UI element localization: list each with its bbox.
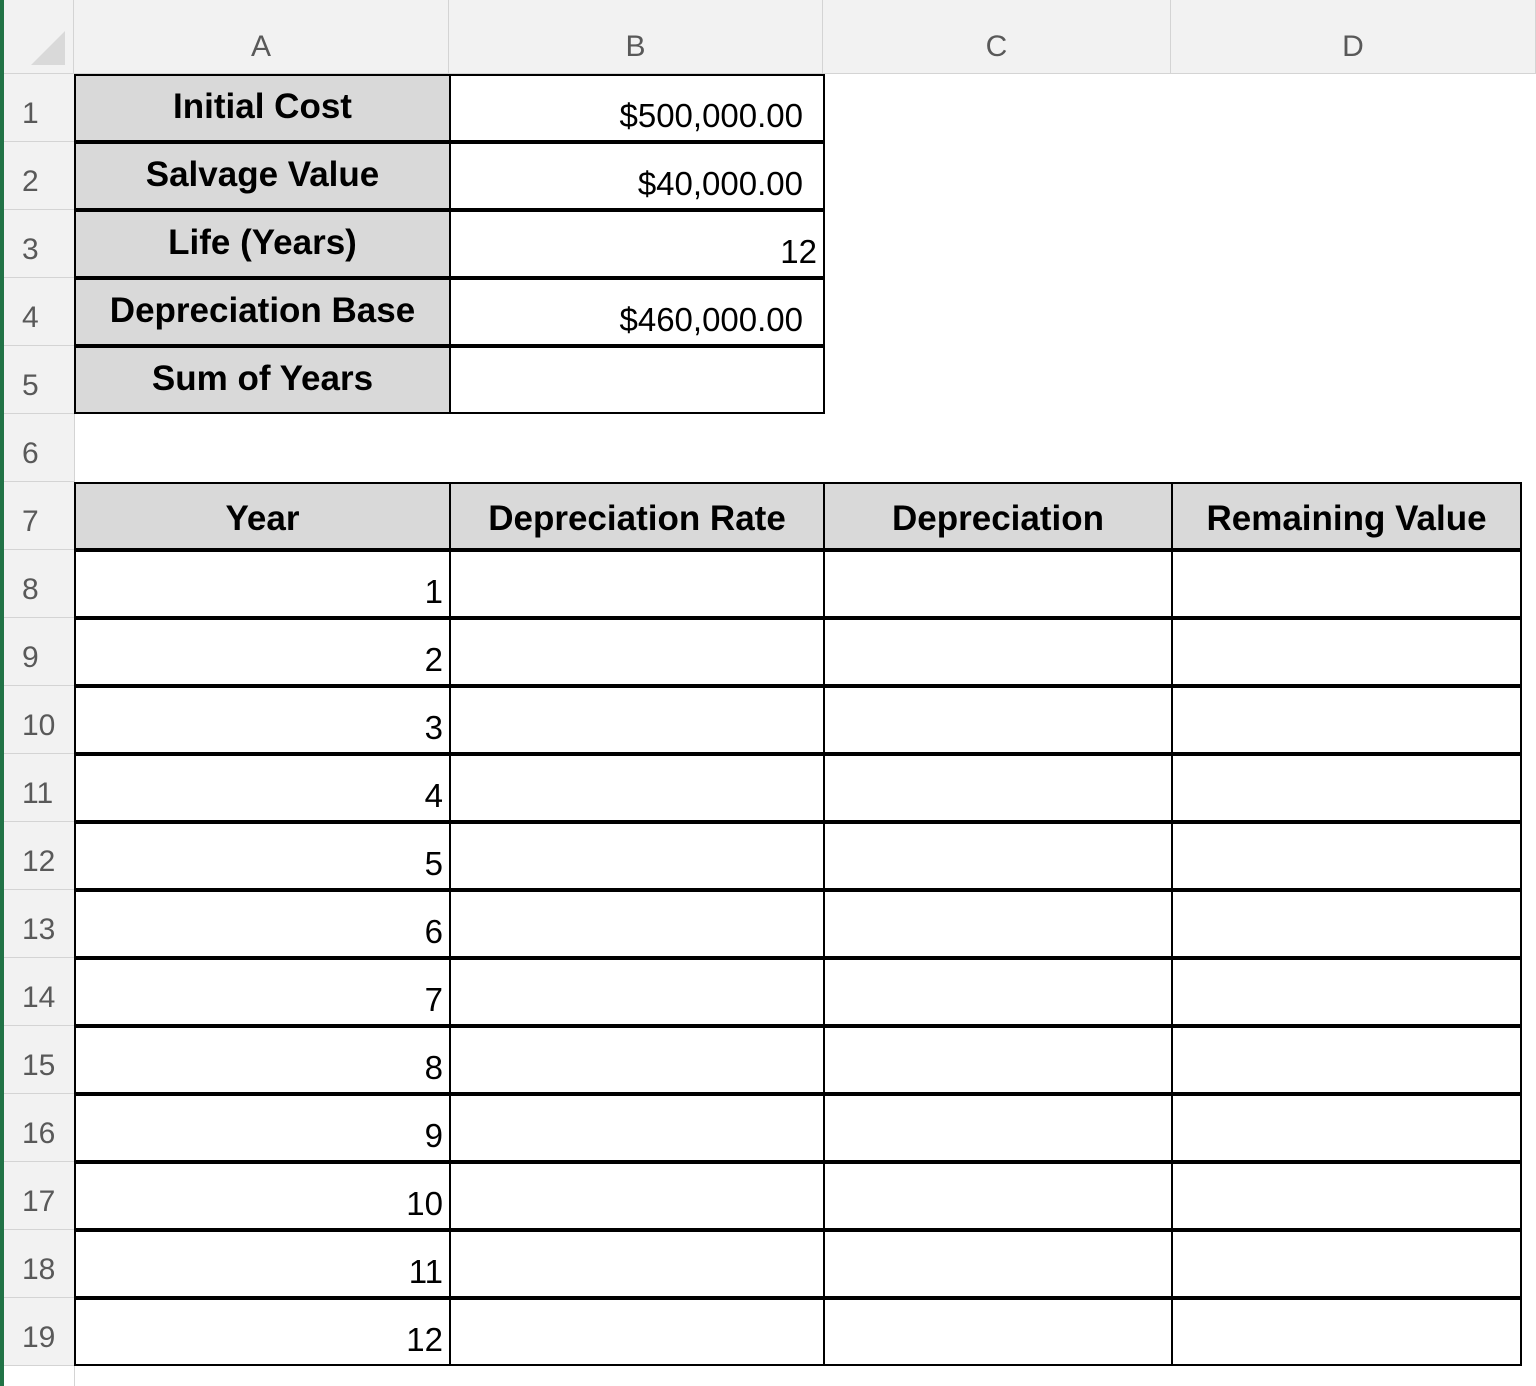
row-header-1[interactable]: 1 [4, 74, 74, 142]
column-header-a[interactable]: A [74, 0, 449, 74]
column-header-d[interactable]: D [1171, 0, 1536, 74]
table-cell[interactable] [823, 1298, 1173, 1366]
row-header-2[interactable]: 2 [4, 142, 74, 210]
input-value-cell[interactable] [449, 346, 825, 414]
row-header-3[interactable]: 3 [4, 210, 74, 278]
row-header-17[interactable]: 17 [4, 1162, 74, 1230]
table-cell[interactable] [823, 618, 1173, 686]
row-header-9[interactable]: 9 [4, 618, 74, 686]
table-cell[interactable] [823, 754, 1173, 822]
table-cell[interactable] [823, 1230, 1173, 1298]
column-header-b[interactable]: B [449, 0, 823, 74]
spreadsheet: A B C D 1 2 3 4 5 6 7 8 9 10 11 12 13 14 15 16 17 18 19 Initial… [0, 0, 1536, 1386]
year-cell[interactable]: 11 [74, 1230, 451, 1298]
table-cell[interactable] [823, 822, 1173, 890]
year-cell[interactable]: 8 [74, 1026, 451, 1094]
year-cell[interactable]: 9 [74, 1094, 451, 1162]
table-cell[interactable] [823, 1162, 1173, 1230]
input-value-cell[interactable]: 12 [449, 210, 825, 278]
row-header-5[interactable]: 5 [4, 346, 74, 414]
table-cell[interactable] [449, 754, 825, 822]
table-cell[interactable] [823, 958, 1173, 1026]
table-cell[interactable] [823, 550, 1173, 618]
select-all-corner[interactable] [4, 0, 74, 74]
input-label-cell[interactable]: Initial Cost [74, 74, 451, 142]
table-cell[interactable] [823, 1094, 1173, 1162]
row-header-15[interactable]: 15 [4, 1026, 74, 1094]
table-cell[interactable] [1171, 822, 1522, 890]
row-header-6[interactable]: 6 [4, 414, 74, 482]
year-cell[interactable]: 7 [74, 958, 451, 1026]
row-header-7[interactable]: 7 [4, 482, 74, 550]
year-cell[interactable]: 12 [74, 1298, 451, 1366]
row-header-13[interactable]: 13 [4, 890, 74, 958]
table-cell[interactable] [449, 1094, 825, 1162]
input-label-cell[interactable]: Salvage Value [74, 142, 451, 210]
table-header-cell[interactable]: Remaining Value [1171, 482, 1522, 550]
column-header-c[interactable]: C [823, 0, 1171, 74]
row-header-18[interactable]: 18 [4, 1230, 74, 1298]
table-cell[interactable] [823, 890, 1173, 958]
table-cell[interactable] [449, 1230, 825, 1298]
table-cell[interactable] [449, 822, 825, 890]
table-cell[interactable] [449, 550, 825, 618]
table-cell[interactable] [1171, 1026, 1522, 1094]
row-header-8[interactable]: 8 [4, 550, 74, 618]
table-cell[interactable] [1171, 1298, 1522, 1366]
row-header-4[interactable]: 4 [4, 278, 74, 346]
table-header-cell[interactable]: Depreciation Rate [449, 482, 825, 550]
table-cell[interactable] [1171, 754, 1522, 822]
table-cell[interactable] [1171, 1230, 1522, 1298]
table-cell[interactable] [449, 1298, 825, 1366]
row-header-14[interactable]: 14 [4, 958, 74, 1026]
year-cell[interactable]: 1 [74, 550, 451, 618]
table-cell[interactable] [449, 686, 825, 754]
select-all-triangle-icon [31, 31, 65, 65]
table-cell[interactable] [1171, 890, 1522, 958]
table-cell[interactable] [1171, 550, 1522, 618]
year-cell[interactable]: 4 [74, 754, 451, 822]
input-label-cell[interactable]: Depreciation Base [74, 278, 451, 346]
input-value-cell[interactable]: $40,000.00 [449, 142, 825, 210]
table-cell[interactable] [1171, 1162, 1522, 1230]
year-cell[interactable]: 6 [74, 890, 451, 958]
row-header-16[interactable]: 16 [4, 1094, 74, 1162]
row-header-12[interactable]: 12 [4, 822, 74, 890]
table-cell[interactable] [823, 686, 1173, 754]
row-header-19[interactable]: 19 [4, 1298, 74, 1366]
year-cell[interactable]: 10 [74, 1162, 451, 1230]
table-header-cell[interactable]: Year [74, 482, 451, 550]
table-cell[interactable] [1171, 686, 1522, 754]
row-header-11[interactable]: 11 [4, 754, 74, 822]
input-label-cell[interactable]: Sum of Years [74, 346, 451, 414]
table-cell[interactable] [1171, 1094, 1522, 1162]
row-header-10[interactable]: 10 [4, 686, 74, 754]
table-header-cell[interactable]: Depreciation [823, 482, 1173, 550]
input-label-cell[interactable]: Life (Years) [74, 210, 451, 278]
table-cell[interactable] [449, 1162, 825, 1230]
table-cell[interactable] [1171, 958, 1522, 1026]
table-cell[interactable] [1171, 618, 1522, 686]
input-value-cell[interactable]: $500,000.00 [449, 74, 825, 142]
year-cell[interactable]: 2 [74, 618, 451, 686]
table-cell[interactable] [449, 958, 825, 1026]
input-value-cell[interactable]: $460,000.00 [449, 278, 825, 346]
year-cell[interactable]: 5 [74, 822, 451, 890]
table-cell[interactable] [449, 618, 825, 686]
table-cell[interactable] [449, 890, 825, 958]
year-cell[interactable]: 3 [74, 686, 451, 754]
table-cell[interactable] [449, 1026, 825, 1094]
table-cell[interactable] [823, 1026, 1173, 1094]
